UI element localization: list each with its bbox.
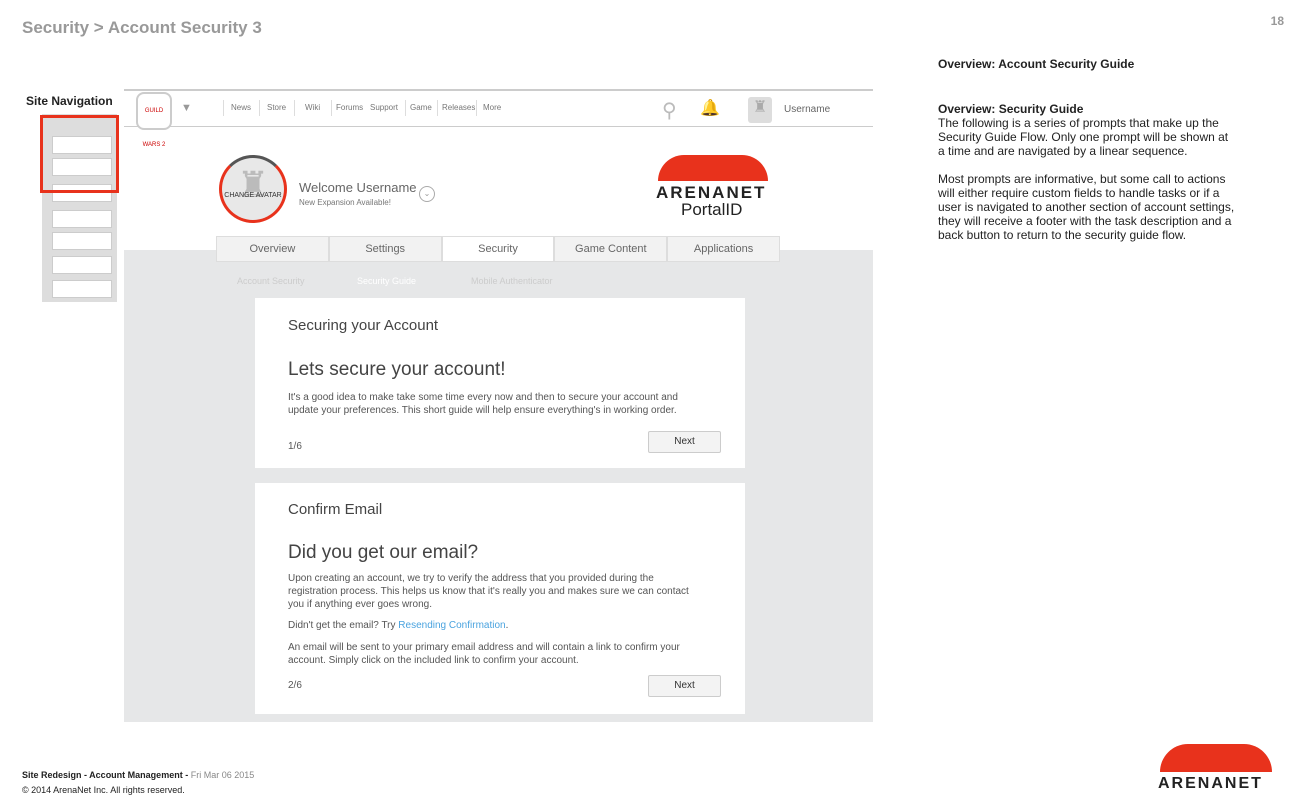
slide-title: Security > Account Security 3 (22, 18, 262, 37)
footer-copyright: © 2014 ArenaNet Inc. All rights reserved… (22, 785, 185, 795)
card-heading: Lets secure your account! (288, 359, 506, 380)
expansion-notice[interactable]: New Expansion Available! (299, 198, 391, 207)
footer-logo-text: ARENANET (1158, 775, 1263, 792)
footer-project: Site Redesign - Account Management - Fri… (22, 770, 254, 780)
nav-store[interactable]: Store (267, 103, 286, 112)
card-section-title: Confirm Email (288, 501, 383, 518)
resend-text: Didn't get the email? Try Resending Conf… (288, 619, 698, 632)
step-indicator: 1/6 (288, 441, 302, 452)
nav-forums[interactable]: Forums (336, 103, 363, 112)
notes-body: Overview: Security Guide The following i… (938, 102, 1238, 242)
next-button[interactable]: Next (648, 675, 721, 697)
user-avatar-icon[interactable]: ♜ (748, 97, 772, 123)
tab-bar: Overview Settings Security Game Content … (216, 236, 780, 262)
nav-more[interactable]: More (483, 103, 501, 112)
footer-logo-icon (1160, 744, 1272, 772)
tab-applications[interactable]: Applications (667, 236, 780, 262)
resend-prefix: Didn't get the email? Try (288, 620, 399, 631)
next-button[interactable]: Next (648, 431, 721, 453)
card-body: It's a good idea to make take some time … (288, 392, 678, 416)
arenanet-logo-icon (658, 155, 768, 181)
chevron-down-icon[interactable]: ⌄ (419, 186, 435, 202)
change-avatar-button[interactable]: ♜ CHANGE AVATAR (219, 155, 287, 223)
nav-game[interactable]: Game (410, 103, 432, 112)
guildwars-logo[interactable]: GUILD WARS 2 (136, 92, 172, 148)
notes-paragraph-1: The following is a series of prompts tha… (938, 116, 1229, 158)
nav-releases[interactable]: Releases (442, 103, 475, 112)
card-heading: Did you get our email? (288, 542, 479, 563)
card-section-title: Securing your Account (288, 317, 439, 334)
thumbnail-selection (40, 115, 119, 193)
footer-date: Fri Mar 06 2015 (190, 770, 255, 780)
header-username[interactable]: Username (784, 104, 830, 115)
resend-confirmation-link[interactable]: Resending Confirmation (398, 620, 505, 631)
welcome-text: Welcome Username (299, 180, 417, 195)
tab-settings[interactable]: Settings (328, 236, 442, 262)
nav-support[interactable]: Support (370, 103, 398, 112)
tab-overview[interactable]: Overview (216, 236, 329, 262)
guide-card-2: Confirm Email Did you get our email? Upo… (255, 483, 745, 714)
nav-news[interactable]: News (231, 103, 251, 112)
subtab-mobile-authenticator[interactable]: Mobile Authenticator (471, 276, 553, 286)
site-navigation-label: Site Navigation (26, 94, 113, 108)
bell-icon[interactable]: 🔔 (700, 98, 720, 118)
header-divider (124, 126, 873, 127)
caret-down-icon[interactable]: ▼ (181, 102, 192, 114)
notes-title: Overview: Account Security Guide (938, 57, 1135, 71)
subtab-account-security[interactable]: Account Security (237, 276, 305, 286)
card-body-2: An email will be sent to your primary em… (288, 642, 680, 666)
card-body: Upon creating an account, we try to veri… (288, 573, 689, 610)
change-avatar-label: CHANGE AVATAR (224, 192, 282, 199)
page-number: 18 (1270, 14, 1284, 28)
footer-project-name: Site Redesign - Account Management - (22, 770, 191, 780)
portalid-brand: PortalID (681, 200, 743, 219)
step-indicator: 2/6 (288, 680, 302, 691)
subtab-security-guide[interactable]: Security Guide (357, 276, 416, 286)
nav-wiki[interactable]: Wiki (305, 103, 320, 112)
notes-subtitle: Overview: Security Guide (938, 102, 1084, 116)
guide-card-1: Securing your Account Lets secure your a… (255, 298, 745, 468)
search-icon[interactable]: ⚲ (662, 98, 677, 123)
resend-suffix: . (505, 620, 509, 631)
notes-paragraph-2: Most prompts are informative, but some c… (938, 172, 1235, 242)
tab-security[interactable]: Security (441, 236, 555, 262)
tab-game-content[interactable]: Game Content (554, 236, 668, 262)
